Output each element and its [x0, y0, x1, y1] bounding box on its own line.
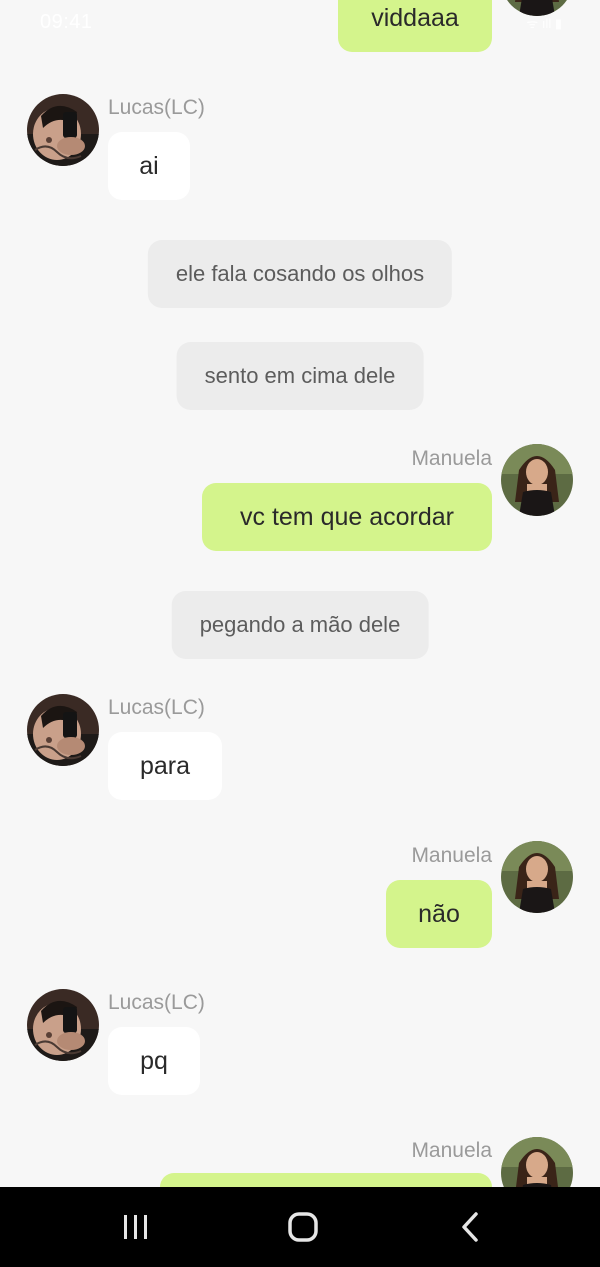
lucas-avatar[interactable] [27, 94, 99, 166]
incoming-message[interactable]: ai [108, 132, 190, 200]
outgoing-message[interactable]: vc tem que acordar [202, 483, 492, 551]
navigation-bar [0, 1187, 600, 1267]
status-icons: ᯤ ıll ▮ [526, 16, 562, 31]
message-text: para [139, 751, 191, 780]
sender-name: Lucas(LC) [108, 991, 205, 1014]
sender-name: Manuela [411, 447, 492, 470]
lucas-avatar[interactable] [27, 989, 99, 1061]
status-time: 09:41 [40, 11, 93, 33]
narration-message[interactable]: ele fala cosando os olhos [147, 240, 453, 308]
narration-text: pegando a mão dele [199, 612, 401, 637]
lucas-avatar[interactable] [27, 694, 99, 766]
narration-message[interactable]: pegando a mão dele [171, 591, 429, 659]
recents-icon[interactable] [116, 1209, 156, 1245]
sender-name: Lucas(LC) [108, 96, 205, 119]
message-text: vc tem que acordar [240, 502, 454, 531]
manuela-avatar[interactable] [501, 1137, 573, 1187]
narration-text: ele fala cosando os olhos [175, 261, 425, 286]
message-text: ai [139, 151, 159, 180]
message-text: pq [140, 1046, 168, 1075]
back-icon[interactable] [452, 1209, 492, 1245]
manuela-avatar[interactable] [501, 444, 573, 516]
incoming-message[interactable]: para [108, 732, 222, 800]
outgoing-message[interactable]: não [386, 880, 492, 948]
sender-name: Lucas(LC) [108, 696, 205, 719]
chat-area[interactable]: viddaaa Lucas(LC) ai ele fala cosando os… [0, 0, 600, 1187]
narration-text: sento em cima dele [204, 363, 396, 388]
status-bar: 09:41 ᯤ ıll ▮ [0, 0, 600, 48]
narration-message[interactable]: sento em cima dele [176, 342, 424, 410]
incoming-message[interactable]: pq [108, 1027, 200, 1095]
outgoing-message[interactable] [160, 1173, 492, 1187]
message-text: não [418, 899, 460, 928]
home-icon[interactable] [283, 1209, 323, 1245]
manuela-avatar[interactable] [501, 841, 573, 913]
sender-name: Manuela [411, 844, 492, 867]
sender-name: Manuela [411, 1139, 492, 1162]
